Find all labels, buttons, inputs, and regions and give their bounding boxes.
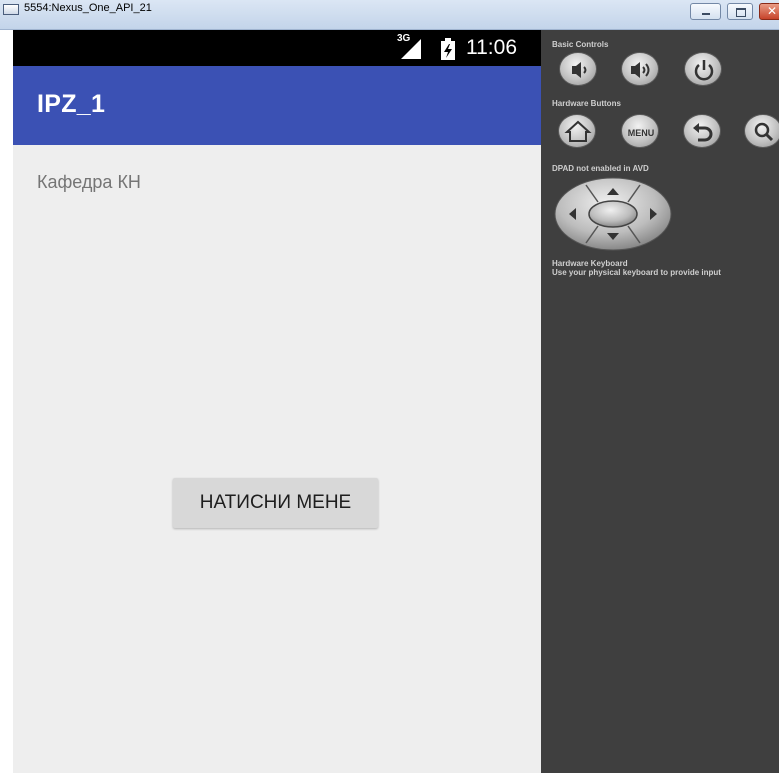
home-icon <box>564 120 592 142</box>
dpad-label: DPAD not enabled in AVD <box>552 164 649 173</box>
hardware-buttons-label: Hardware Buttons <box>552 99 621 108</box>
dpad-icon <box>554 177 672 251</box>
power-icon <box>694 60 714 81</box>
volume-up-icon <box>631 62 650 78</box>
app-title: IPZ_1 <box>37 90 106 118</box>
back-button[interactable] <box>683 114 721 148</box>
basic-controls-label: Basic Controls <box>552 40 609 49</box>
dpad-control[interactable] <box>553 176 673 252</box>
window-title: 5554:Nexus_One_API_21 <box>24 2 152 14</box>
app-bar: IPZ_1 <box>13 66 541 145</box>
emulator-window-icon <box>3 4 19 15</box>
window-titlebar: 5554:Nexus_One_API_21 <box>0 0 779 30</box>
menu-button-label: MENU <box>628 128 655 138</box>
window-left-border <box>0 30 13 773</box>
menu-button-face: MENU <box>628 128 655 138</box>
power-button[interactable] <box>684 52 722 86</box>
status-bar: 3G 11:06 <box>13 30 541 66</box>
maximize-button[interactable] <box>727 3 753 20</box>
volume-down-icon <box>572 62 587 78</box>
search-icon <box>754 122 774 142</box>
back-icon <box>693 123 713 142</box>
minimize-button[interactable] <box>690 3 721 20</box>
hardware-keyboard-label: Hardware Keyboard <box>552 259 628 268</box>
device-screen: 3G 11:06 IPZ_1 Кафедра КН НАТИСНИ МЕНЕ <box>13 30 541 773</box>
status-clock: 11:06 <box>466 36 517 59</box>
menu-button[interactable]: MENU <box>621 114 659 148</box>
close-button[interactable] <box>759 3 779 20</box>
hardware-keyboard-hint: Use your physical keyboard to provide in… <box>552 268 721 277</box>
emulator-controls-panel: Basic Controls Hardware Buttons MENU DPA… <box>541 30 779 773</box>
home-button[interactable] <box>558 114 596 148</box>
department-label: Кафедра КН <box>37 172 141 192</box>
battery-icon <box>441 38 455 64</box>
press-me-button[interactable]: НАТИСНИ МЕНЕ <box>173 478 378 528</box>
volume-down-button[interactable] <box>559 52 597 86</box>
search-button[interactable] <box>744 114 779 148</box>
volume-up-button[interactable] <box>621 52 659 86</box>
signal-icon <box>401 39 421 63</box>
